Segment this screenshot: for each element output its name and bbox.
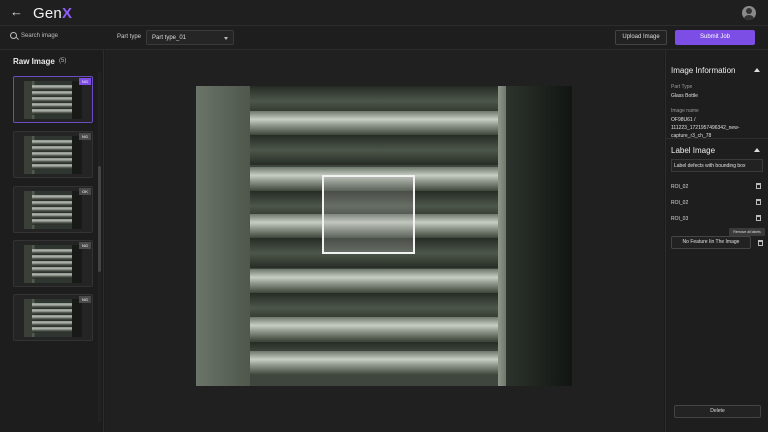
search-placeholder: Search image (21, 32, 59, 39)
trash-icon[interactable] (758, 240, 763, 246)
scrollbar-thumb[interactable] (98, 166, 101, 272)
top-bar: ← GenX (0, 0, 768, 26)
thumbnail-image (24, 136, 82, 174)
inspection-image[interactable] (196, 86, 572, 386)
chevron-down-icon (224, 37, 228, 40)
status-badge: OK (79, 188, 91, 195)
thumbnail-image (24, 191, 82, 229)
trash-icon[interactable] (756, 215, 761, 221)
thumbnail-image (24, 299, 82, 337)
status-badge: NG (79, 242, 91, 249)
thumbnail-item[interactable]: NG (13, 131, 93, 178)
roi-bounding-box[interactable] (322, 175, 415, 254)
chevron-up-icon[interactable] (754, 68, 760, 72)
search-icon (10, 32, 17, 39)
trash-icon[interactable] (756, 183, 761, 189)
roi-name: ROI_02 (671, 184, 689, 190)
roi-item[interactable]: ROI_02 (671, 197, 763, 209)
part-type-value: Glass Bottle (671, 93, 698, 99)
roi-item[interactable]: ROI_02 (671, 181, 763, 193)
toolbar: Search image Part type Part type_01 Uplo… (0, 26, 768, 50)
part-type-select[interactable]: Part type_01 (146, 30, 234, 45)
status-badge: NG (79, 78, 91, 85)
part-type-label: Part Type (671, 84, 693, 90)
raw-image-count: (5) (59, 58, 67, 64)
image-name-label: Image name (671, 108, 699, 114)
back-arrow-icon[interactable]: ← (10, 5, 24, 19)
tooltip: Remove all labels (729, 228, 765, 236)
thumbnail-image (24, 81, 82, 119)
roi-name: ROI_03 (671, 216, 689, 222)
roi-item[interactable]: ROI_03 (671, 213, 763, 225)
upload-image-button[interactable]: Upload Image (615, 30, 667, 45)
label-input[interactable]: Label defects with bounding box (671, 159, 763, 172)
brand-accent: X (61, 5, 73, 22)
image-name-value: OF98U61 / 111223_1721957496342_new-captu… (671, 117, 740, 139)
label-image-title: Label Image (671, 146, 716, 155)
image-information-title: Image Information (671, 66, 736, 75)
thumbnail-item[interactable]: NG (13, 294, 93, 341)
trash-icon[interactable] (756, 199, 761, 205)
thumbnail-image (24, 245, 82, 283)
chevron-up-icon[interactable] (754, 148, 760, 152)
thumbnail-item[interactable]: NG (13, 76, 93, 123)
no-feature-button[interactable]: No Feature Iin The Image (671, 236, 751, 249)
raw-image-panel: Raw Image (5) NG NG OK NG NG (0, 50, 104, 432)
thumbnail-item[interactable]: OK (13, 186, 93, 233)
part-type-value: Part type_01 (152, 35, 187, 41)
thumbnail-item[interactable]: NG (13, 240, 93, 287)
brand-prefix: Gen (33, 5, 62, 22)
brand-logo: GenX (33, 5, 72, 22)
part-type-label: Part type (117, 34, 142, 40)
status-badge: NG (79, 133, 91, 140)
status-badge: NG (79, 296, 91, 303)
user-avatar-icon[interactable] (742, 6, 756, 20)
delete-button[interactable]: Delete (674, 405, 761, 418)
image-info-panel: Image Information Part Type Glass Bottle… (665, 50, 768, 432)
submit-job-button[interactable]: Submit Job (675, 30, 755, 45)
raw-image-title: Raw Image (13, 57, 55, 66)
search-input[interactable]: Search image (10, 32, 58, 39)
roi-name: ROI_02 (671, 200, 689, 206)
